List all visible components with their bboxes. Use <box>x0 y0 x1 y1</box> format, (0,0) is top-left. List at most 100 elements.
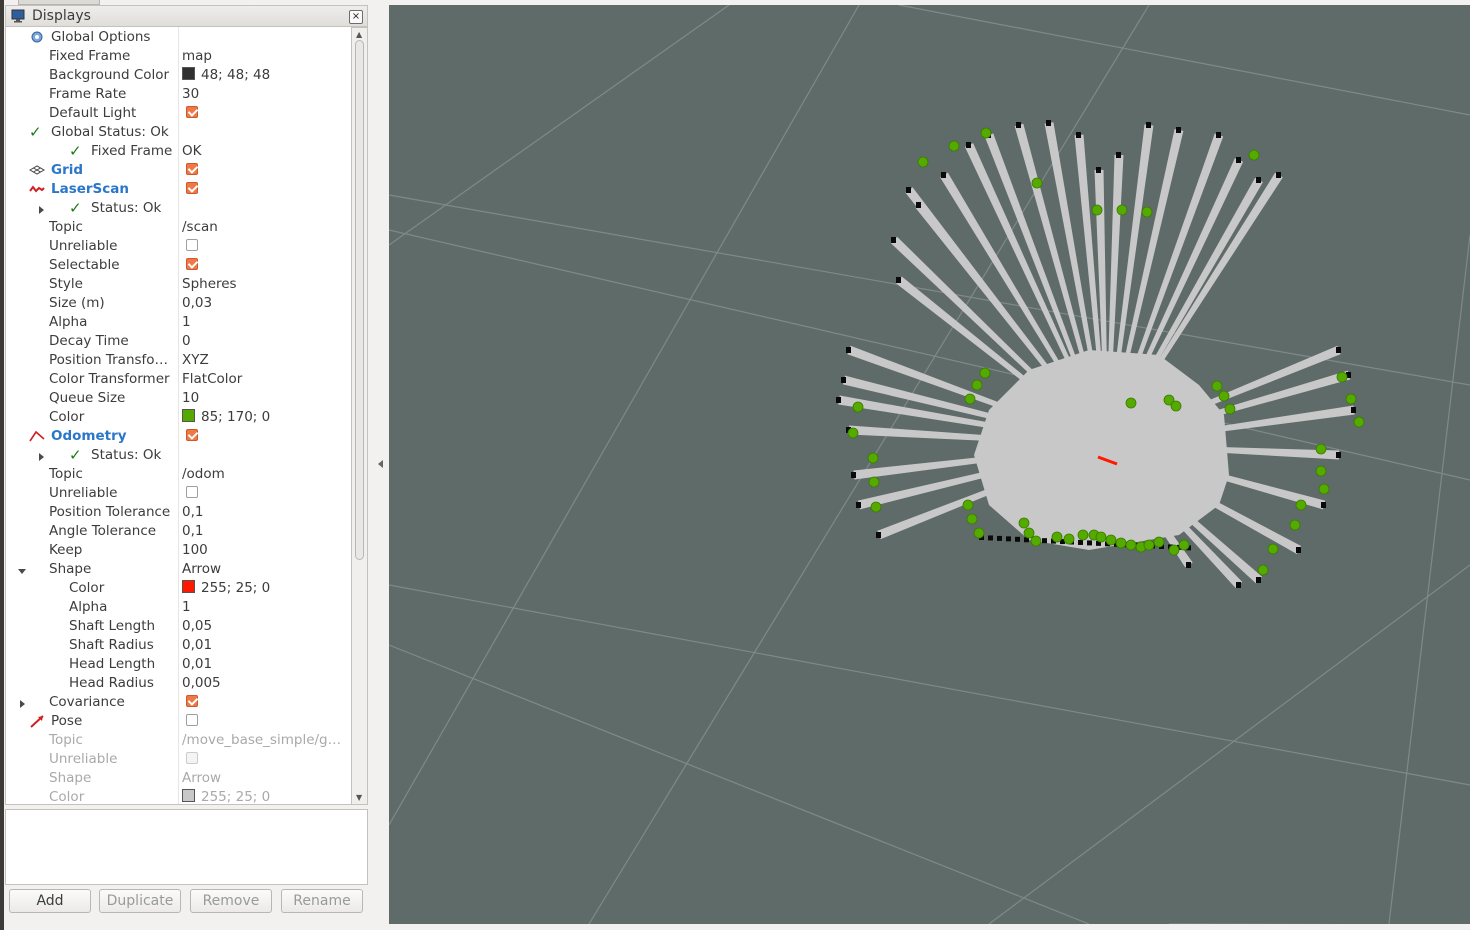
tree-row-value[interactable]: Spheres <box>182 276 237 292</box>
tree-row[interactable]: Angle Tolerance 0,1 <box>6 522 351 541</box>
tree-row[interactable]: Color 255; 25; 0 <box>6 579 351 598</box>
tree-row-value[interactable]: 0,1 <box>182 504 203 520</box>
tree-row[interactable]: Shape Arrow <box>6 769 351 788</box>
tree-row[interactable]: ✓ Global Status: Ok <box>6 123 351 142</box>
tree-row[interactable]: Color 85; 170; 0 <box>6 408 351 427</box>
tree-row[interactable]: LaserScan <box>6 180 351 199</box>
tree-row[interactable]: Color Transformer FlatColor <box>6 370 351 389</box>
tree-row[interactable]: Unreliable <box>6 484 351 503</box>
expand-right-icon[interactable] <box>36 450 46 461</box>
enable-checkbox[interactable] <box>186 695 198 707</box>
tree-row[interactable]: Default Light <box>6 104 351 123</box>
tree-row-value[interactable]: 255; 25; 0 <box>182 580 270 596</box>
enable-checkbox[interactable] <box>186 486 198 498</box>
tree-row-value[interactable]: 0,01 <box>182 637 212 653</box>
tree-row[interactable]: Odometry <box>6 427 351 446</box>
tree-row-value[interactable]: 0,05 <box>182 618 212 634</box>
tree-row[interactable]: Queue Size 10 <box>6 389 351 408</box>
tree-row[interactable]: ✓ Fixed Frame OK <box>6 142 351 161</box>
panel-splitter[interactable] <box>372 5 387 925</box>
display-tree[interactable]: Global Options Fixed Frame map Background C… <box>5 27 352 805</box>
tree-row[interactable]: Alpha 1 <box>6 313 351 332</box>
tree-row[interactable]: Size (m) 0,03 <box>6 294 351 313</box>
expand-right-icon[interactable] <box>17 697 27 708</box>
tree-row[interactable]: Position Tolerance 0,1 <box>6 503 351 522</box>
color-swatch[interactable] <box>182 789 195 802</box>
tree-row-value[interactable]: FlatColor <box>182 371 242 387</box>
render-3d-viewport[interactable] <box>389 5 1470 924</box>
expand-right-icon[interactable] <box>6 165 7 175</box>
expand-down-icon[interactable] <box>6 32 7 42</box>
tree-row[interactable]: Color 255; 25; 0 <box>6 788 351 804</box>
enable-checkbox[interactable] <box>186 714 198 726</box>
tree-row-value[interactable]: 1 <box>182 599 191 615</box>
tree-row-value[interactable]: 85; 170; 0 <box>182 409 270 425</box>
collapse-left-icon[interactable] <box>378 460 383 468</box>
tree-scrollbar[interactable]: ▲ ▼ <box>352 27 368 805</box>
tree-row-value[interactable]: 10 <box>182 390 199 406</box>
tree-row[interactable]: Head Radius 0,005 <box>6 674 351 693</box>
tree-row[interactable]: Alpha 1 <box>6 598 351 617</box>
tree-row-value[interactable]: 0,1 <box>182 523 203 539</box>
tree-row-value[interactable]: 0 <box>182 333 191 349</box>
tree-row[interactable]: Shaft Length 0,05 <box>6 617 351 636</box>
tree-row-value[interactable]: /scan <box>182 219 218 235</box>
tree-row-value[interactable]: 0,03 <box>182 295 212 311</box>
tree-row[interactable]: Topic/scan <box>6 218 351 237</box>
enable-checkbox[interactable] <box>186 429 198 441</box>
add-button[interactable]: Add <box>9 889 91 913</box>
tree-row-value[interactable]: XYZ <box>182 352 209 368</box>
expand-down-icon[interactable] <box>6 127 7 137</box>
tree-row-value[interactable]: OK <box>182 143 201 159</box>
enable-checkbox[interactable] <box>186 163 198 175</box>
rename-button[interactable]: Rename <box>281 889 363 913</box>
tree-row[interactable]: ✓ Status: Ok <box>6 446 351 465</box>
tree-row-value[interactable]: Arrow <box>182 770 221 786</box>
expand-down-icon[interactable] <box>6 184 7 194</box>
color-swatch[interactable] <box>182 580 195 593</box>
tree-row[interactable]: Background Color 48; 48; 48 <box>6 66 351 85</box>
tree-row-value[interactable]: map <box>182 48 212 64</box>
scroll-down-icon[interactable]: ▼ <box>356 793 362 802</box>
tree-row[interactable]: Frame Rate 30 <box>6 85 351 104</box>
tree-row-value[interactable]: /move_base_simple/g… <box>182 732 341 748</box>
color-swatch[interactable] <box>182 67 195 80</box>
duplicate-button[interactable]: Duplicate <box>99 889 181 913</box>
tree-row-value[interactable]: 1 <box>182 314 191 330</box>
tree-row-value[interactable]: 255; 25; 0 <box>182 789 270 804</box>
tree-row-value[interactable]: 0,005 <box>182 675 221 691</box>
tree-row-value[interactable]: 30 <box>182 86 199 102</box>
color-swatch[interactable] <box>182 409 195 422</box>
tree-row[interactable]: ✓ Status: Ok <box>6 199 351 218</box>
tree-row[interactable]: Style Spheres <box>6 275 351 294</box>
expand-down-icon[interactable] <box>17 564 27 574</box>
tree-row-value[interactable]: 0,01 <box>182 656 212 672</box>
tree-row[interactable]: Unreliable <box>6 237 351 256</box>
close-icon[interactable]: × <box>349 10 363 24</box>
tree-row[interactable]: Shaft Radius 0,01 <box>6 636 351 655</box>
tree-row[interactable]: Selectable <box>6 256 351 275</box>
expand-down-icon[interactable] <box>6 431 7 441</box>
tree-row[interactable]: Unreliable <box>6 750 351 769</box>
tree-row-value[interactable]: /odom <box>182 466 225 482</box>
tree-row[interactable]: Global Options <box>6 28 351 47</box>
enable-checkbox[interactable] <box>186 258 198 270</box>
expand-right-icon[interactable] <box>36 203 46 214</box>
expand-down-icon[interactable] <box>6 716 7 726</box>
tree-row[interactable]: Pose <box>6 712 351 731</box>
scrollbar-thumb[interactable] <box>355 40 364 560</box>
tree-row[interactable]: Topic/odom <box>6 465 351 484</box>
tree-row-value[interactable]: Arrow <box>182 561 221 577</box>
tree-row[interactable]: Covariance <box>6 693 351 712</box>
tree-row[interactable]: Head Length 0,01 <box>6 655 351 674</box>
remove-button[interactable]: Remove <box>190 889 272 913</box>
enable-checkbox[interactable] <box>186 239 198 251</box>
tree-row[interactable]: Keep 100 <box>6 541 351 560</box>
enable-checkbox[interactable] <box>186 182 198 194</box>
tree-row-value[interactable]: 48; 48; 48 <box>182 67 270 83</box>
tree-row[interactable]: Fixed Frame map <box>6 47 351 66</box>
enable-checkbox[interactable] <box>186 106 198 118</box>
scroll-up-icon[interactable]: ▲ <box>356 30 362 39</box>
tree-row-value[interactable]: 100 <box>182 542 208 558</box>
tree-row[interactable]: Shape Arrow <box>6 560 351 579</box>
